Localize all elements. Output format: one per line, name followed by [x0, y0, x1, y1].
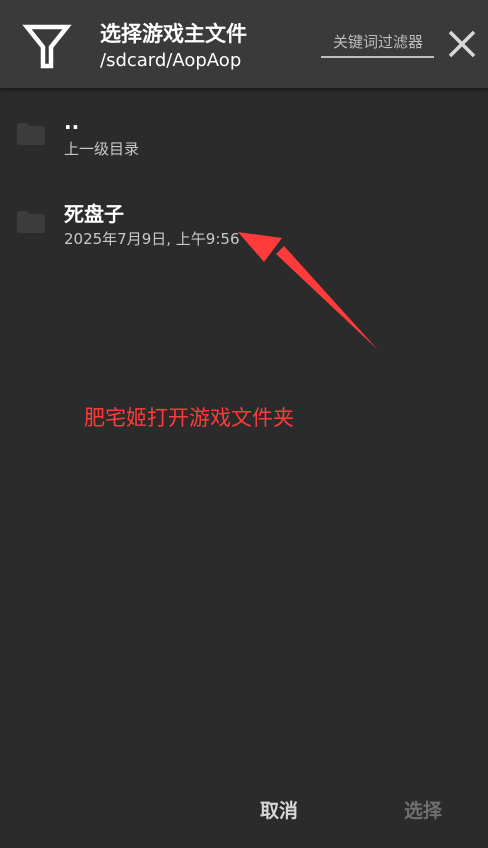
item-name: 死盘子	[64, 202, 124, 226]
list-item-parent-directory[interactable]: .. 上一级目录	[0, 108, 488, 186]
item-subtitle: 2025年7月9日, 上午9:56	[64, 230, 240, 248]
dialog-title: 选择游戏主文件	[100, 22, 247, 46]
folder-icon	[17, 123, 45, 145]
cancel-button[interactable]: 取消	[260, 796, 298, 823]
annotation-text: 肥宅姬打开游戏文件夹	[84, 406, 294, 430]
current-path: /sdcard/AopAop	[100, 50, 242, 71]
item-name: ..	[64, 110, 80, 134]
filter-icon	[22, 24, 72, 69]
select-button[interactable]: 选择	[404, 796, 442, 823]
folder-icon	[17, 211, 45, 233]
dialog-header: 选择游戏主文件 /sdcard/AopAop	[0, 0, 488, 88]
file-picker-dialog: 选择游戏主文件 /sdcard/AopAop .. 上一级目录 死盘子 2025…	[0, 0, 488, 848]
keyword-filter-input[interactable]	[321, 30, 434, 58]
list-item-folder[interactable]: 死盘子 2025年7月9日, 上午9:56	[0, 194, 488, 272]
item-subtitle: 上一级目录	[64, 140, 140, 158]
close-icon[interactable]	[444, 26, 480, 62]
